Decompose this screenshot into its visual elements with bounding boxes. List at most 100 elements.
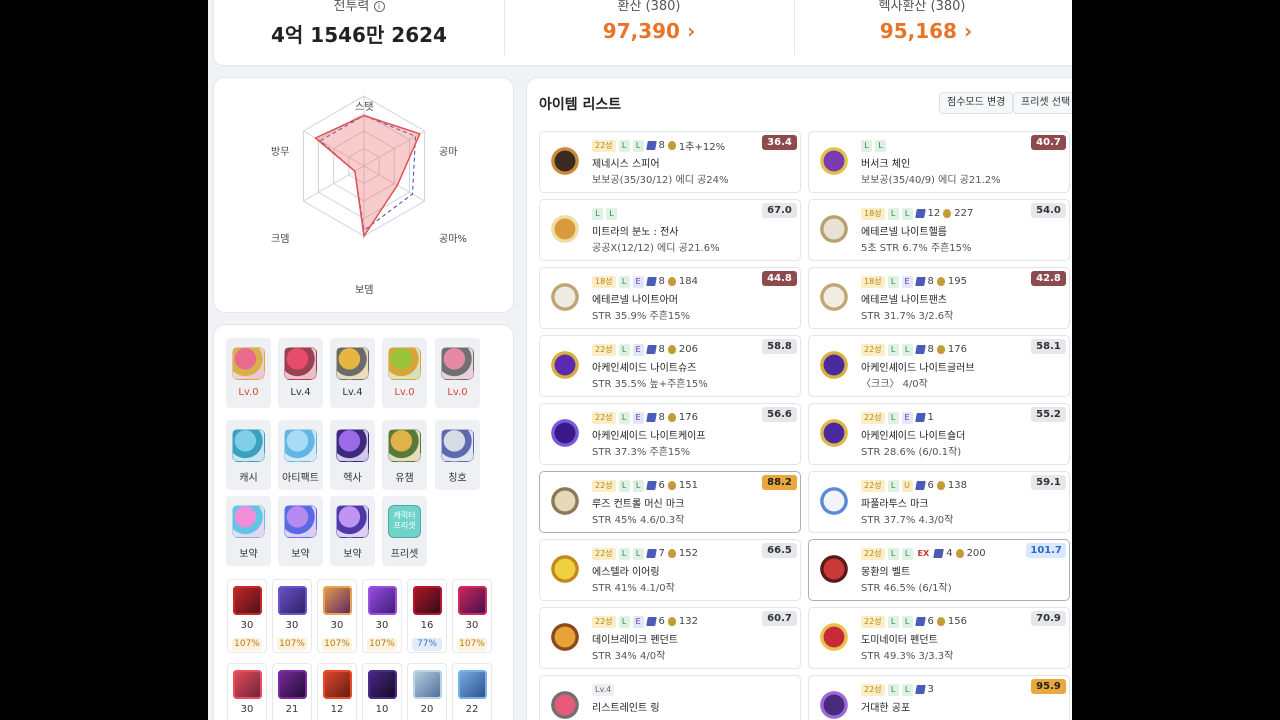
skill-slot[interactable]: 10 (362, 663, 402, 720)
radar-axis-label: 보뎀 (355, 285, 374, 296)
skill-slot[interactable]: 30 (227, 663, 267, 720)
item-score-badge: 58.8 (762, 339, 797, 354)
hexa-conversion-stat[interactable]: 헥사환산 (380) 95,168 › (794, 0, 1072, 67)
item-card[interactable]: 22성 L L 6 151 루즈 컨트롤 머신 마크 STR 45% 4.6/0.3작 88.… (539, 471, 801, 533)
ring-icon (232, 347, 265, 380)
equipment-slot[interactable]: Lv.0 (382, 338, 427, 408)
skill-slot[interactable]: 21 (272, 663, 312, 720)
equipment-slot[interactable]: 캐시 (226, 420, 271, 490)
item-name: 몽환의 벨트 (861, 567, 911, 578)
item-card[interactable]: 22성 L L 8 176 아케인셰이드 나이트글러브 〈크크〉 4/0작 58.1 (808, 335, 1070, 397)
skill-slot[interactable]: 16 77% (407, 579, 447, 653)
item-card[interactable]: 22성 L L 7 152 에스텔라 이어링 STR 41% 4.1/0작 66.5 (539, 539, 801, 601)
item-score-badge: 44.8 (762, 271, 797, 286)
scroll-count: 6 (658, 616, 665, 627)
emblem-icon (549, 213, 581, 245)
equipment-slot[interactable]: 캐릭터 프리셋 프리셋 (382, 496, 427, 566)
item-card[interactable]: 22성 L E 1 아케인셰이드 나이트숄더 STR 28.6% (6/0.1작) 55.2 (808, 403, 1070, 465)
potential-grade-tag: U (901, 479, 913, 492)
item-card[interactable]: 18성 L E 8 184 에테르넬 나이트아머 STR 35.9% 주흔15% 44.8 (539, 267, 801, 329)
item-tags: 22성 L L 3 (861, 683, 934, 696)
skill-level: 20 (420, 704, 434, 715)
equipment-slot[interactable]: 보약 (330, 496, 375, 566)
starforce-tag: 22성 (861, 547, 885, 560)
equipment-side-card: Lv.0 Lv.4 Lv.4 Lv.0 Lv.0 캐시 아티팩트 헥사 유챔 칭호 보약 보약 보약 캐릭… (213, 324, 514, 720)
conversion-stat[interactable]: 환산 (380) 97,390 › (504, 0, 794, 67)
info-circle-icon[interactable]: i (373, 1, 385, 12)
skill-icon (278, 670, 307, 699)
skill-slot[interactable]: 30 107% (227, 579, 267, 653)
equipment-slot[interactable]: 칭호 (435, 420, 480, 490)
item-card[interactable]: 22성 L L 3 거대한 공포 95.9 (808, 675, 1070, 720)
item-stats: STR 45% 4.6/0.3작 (592, 515, 685, 526)
equipment-slot-caption: 유챔 (395, 473, 414, 484)
item-card[interactable]: L L 미트라의 분노 : 전사 공공X(12/12) 에디 공21.6% 67.0 (539, 199, 801, 261)
potential-grade-tag: L (887, 479, 899, 492)
potion-icon (284, 505, 317, 538)
item-card[interactable]: L L 버서크 체인 보보공(35/40/9) 에디 공21.2% 40.7 (808, 131, 1070, 193)
item-card[interactable]: 22성 L E 8 206 아케인셰이드 나이트슈즈 STR 35.5% 높+주흔15% 58… (539, 335, 801, 397)
equipment-slot[interactable]: 보약 (226, 496, 271, 566)
scroll-count: 8 (927, 276, 934, 287)
item-card[interactable]: 22성 L L EX 4 200 몽환의 벨트 STR 46.5% (6/1작) 101.7 (808, 539, 1070, 601)
equipment-slot[interactable]: Lv.0 (435, 338, 480, 408)
item-card[interactable]: 22성 L E 6 132 데이브레이크 펜던트 STR 34% 4/0작 60.7 (539, 607, 801, 669)
item-card[interactable]: 18성 L E 8 195 에테르넬 나이트팬츠 STR 31.7% 3/2.6작 42.8 (808, 267, 1070, 329)
skill-slot[interactable]: 20 (407, 663, 447, 720)
preset-select-button[interactable]: 프리셋 선택 (1013, 92, 1072, 114)
scroll-icon (645, 277, 657, 286)
skill-level: 30 (285, 620, 299, 631)
item-card[interactable]: 22성 L L 6 156 도미네이터 펜던트 STR 49.3% 3/3.3작 70.9 (808, 607, 1070, 669)
item-tags: 22성 L E 6 132 (592, 615, 698, 628)
radar-axis-label: 크뎀 (271, 234, 290, 245)
equipment-slot[interactable]: Lv.4 (330, 338, 375, 408)
radar-chart (302, 95, 426, 239)
potential-grade-tag: E (632, 343, 644, 356)
flame-icon (667, 141, 676, 150)
flame-icon (667, 345, 676, 354)
skill-slot[interactable]: 30 107% (272, 579, 312, 653)
skill-slot[interactable]: 22 (452, 663, 492, 720)
item-card[interactable]: 22성 L E 8 176 아케인셰이드 나이트케이프 STR 37.3% 주흔15% 56.… (539, 403, 801, 465)
item-card[interactable]: 22성 L U 6 138 파풀라투스 마크 STR 37.7% 4.3/0작 59.1 (808, 471, 1070, 533)
item-tags: 22성 L E 8 206 (592, 343, 698, 356)
potential-grade-tag: L (887, 343, 899, 356)
item-name: 데이브레이크 펜던트 (592, 635, 678, 646)
hexa-conversion-value[interactable]: 95,168 › (794, 19, 1072, 43)
item-score-badge: 66.5 (762, 543, 797, 558)
hexa-icon (336, 429, 369, 462)
item-card[interactable]: 18성 L L 12 227 에테르넬 나이트헬름 5초 STR 6.7% 주흔15% 54.… (808, 199, 1070, 261)
conversion-value[interactable]: 97,390 › (504, 19, 794, 43)
skill-icon (413, 670, 442, 699)
scroll-icon (645, 617, 657, 626)
potential-grade-tag: L (901, 615, 913, 628)
item-card[interactable]: Lv.4 리스트레인트 링 (539, 675, 801, 720)
scroll-count: 8 (658, 344, 665, 355)
earring-icon (549, 553, 581, 585)
item-card[interactable]: 22성 L L 8 1추+12% 제네시스 스피어 보보공(35/30/12) 에디 공24… (539, 131, 801, 193)
radar-axis-label: 스탯 (355, 102, 374, 113)
skill-slot[interactable]: 30 107% (452, 579, 492, 653)
item-list-card: 아이템 리스트 점수모드 변경 프리셋 선택 22성 L L 8 1추+12% 제네시스 … (526, 77, 1072, 720)
scroll-icon (645, 413, 657, 422)
equipment-slot[interactable]: Lv.4 (278, 338, 323, 408)
score-mode-button[interactable]: 점수모드 변경 (939, 92, 1014, 114)
equipment-slot[interactable]: 보약 (278, 496, 323, 566)
scroll-icon (645, 141, 657, 150)
skill-slot[interactable]: 12 (317, 663, 357, 720)
equipment-slot[interactable]: 유챔 (382, 420, 427, 490)
item-tags: 22성 L L 6 151 (592, 479, 698, 492)
flame-icon (667, 413, 676, 422)
potential-grade-tag: L (901, 683, 913, 696)
equipment-slot[interactable]: Lv.0 (226, 338, 271, 408)
item-tags: 18성 L L 12 227 (861, 207, 973, 220)
skill-slot[interactable]: 30 107% (317, 579, 357, 653)
flame-icon (667, 481, 676, 490)
skill-slot[interactable]: 30 107% (362, 579, 402, 653)
item-stats: STR 34% 4/0작 (592, 651, 666, 662)
item-score-badge: 42.8 (1031, 271, 1066, 286)
item-tags: 22성 L L 8 176 (861, 343, 967, 356)
skill-icon (323, 586, 352, 615)
equipment-slot[interactable]: 아티팩트 (278, 420, 323, 490)
equipment-slot[interactable]: 헥사 (330, 420, 375, 490)
